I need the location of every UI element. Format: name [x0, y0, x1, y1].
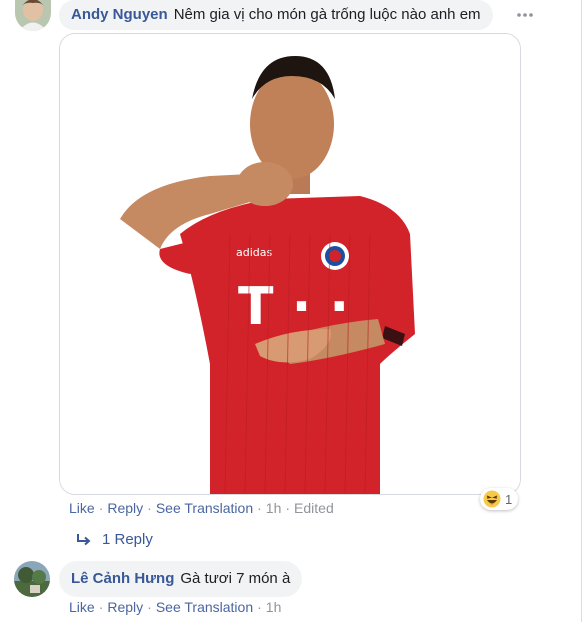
- reply-arrow-icon: [77, 533, 91, 545]
- gif-attachment[interactable]: adidas T · ·: [59, 33, 521, 495]
- see-translation-link[interactable]: See Translation: [156, 500, 253, 516]
- adidas-logo-text: adidas: [236, 246, 273, 259]
- separator: ·: [285, 500, 291, 516]
- reply-link[interactable]: Reply: [107, 500, 143, 516]
- avatar[interactable]: [15, 0, 51, 31]
- avatar-photo: [15, 0, 51, 31]
- comment-actions: Like · Reply · See Translation · 1h · Edited: [69, 500, 334, 516]
- haha-emoji-icon: [483, 490, 501, 508]
- see-translation-link[interactable]: See Translation: [156, 599, 253, 615]
- comment-bubble: Lê Cảnh Hưng Gà tươi 7 món à: [59, 561, 303, 597]
- reaction-count: 1: [505, 491, 513, 507]
- jersey-logo-text: T · ·: [238, 277, 349, 337]
- comment-author[interactable]: Lê Cảnh Hưng: [71, 569, 174, 589]
- separator: ·: [257, 500, 262, 516]
- reply-link[interactable]: Reply: [107, 599, 143, 615]
- view-replies-link[interactable]: 1 Reply: [76, 531, 153, 548]
- avatar[interactable]: [14, 561, 50, 597]
- like-link[interactable]: Like: [69, 599, 95, 615]
- timestamp[interactable]: 1h: [266, 599, 282, 615]
- edited-label[interactable]: Edited: [294, 500, 334, 516]
- separator: ·: [257, 599, 262, 615]
- replies-label: 1 Reply: [102, 531, 153, 548]
- like-link[interactable]: Like: [69, 500, 95, 516]
- separator: ·: [98, 599, 104, 615]
- reaction-summary[interactable]: 1: [480, 488, 519, 510]
- separator: ·: [147, 500, 152, 516]
- comment-text: Gà tươi 7 món à: [180, 570, 291, 587]
- comment-bubble: Andy Nguyen Nêm gia vị cho món gà trống …: [59, 0, 493, 30]
- timestamp[interactable]: 1h: [266, 500, 282, 516]
- comment-author[interactable]: Andy Nguyen: [71, 5, 168, 25]
- ellipsis-icon: [517, 13, 533, 17]
- gif-image: adidas T · ·: [60, 34, 520, 494]
- avatar-photo: [14, 561, 50, 597]
- more-options-button[interactable]: [514, 6, 536, 24]
- separator: ·: [98, 500, 104, 516]
- comment-actions: Like · Reply · See Translation · 1h: [69, 599, 281, 615]
- separator: ·: [147, 599, 152, 615]
- feed-right-border: [581, 0, 582, 622]
- comment-text: Nêm gia vị cho món gà trống luộc nào anh…: [173, 6, 481, 23]
